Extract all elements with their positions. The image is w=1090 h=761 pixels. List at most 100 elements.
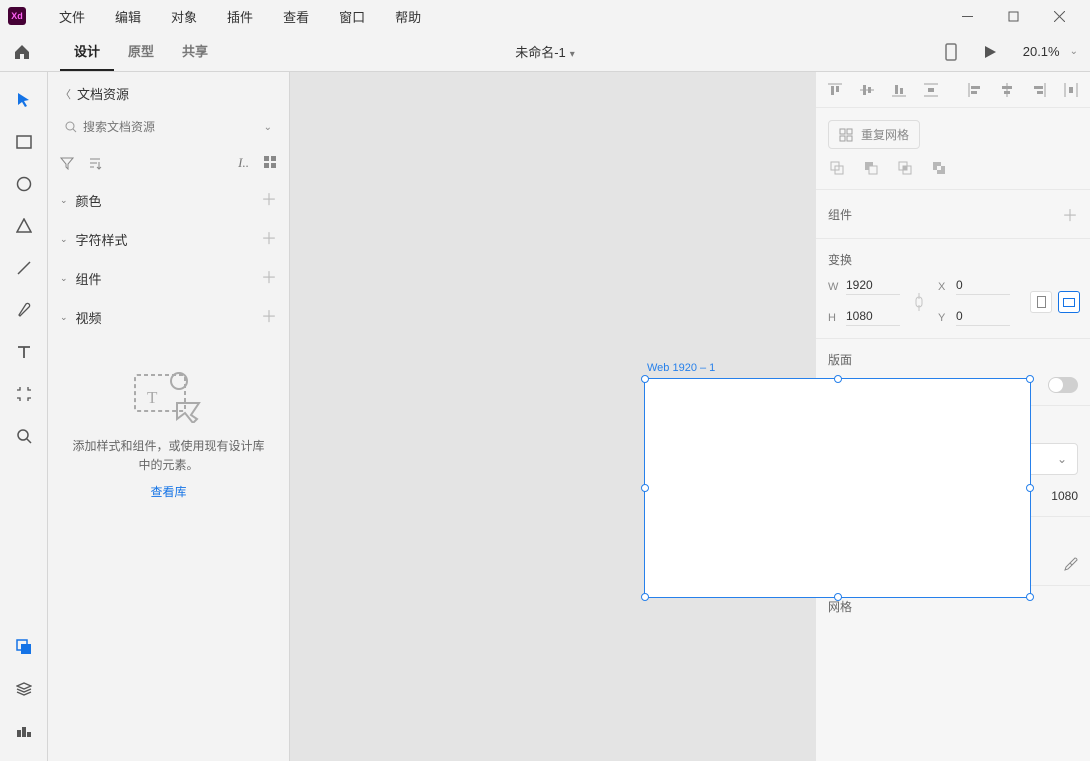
polygon-tool[interactable] [14,216,34,236]
menu-window[interactable]: 窗口 [324,7,380,26]
text-tool[interactable] [14,342,34,362]
zoom-dropdown[interactable]: 20.1% ⌄ [1023,44,1078,59]
resize-handle-n[interactable] [834,375,842,383]
assets-tab-icon[interactable] [14,637,34,657]
section-title-transform: 变换 [828,251,852,268]
accordion-component[interactable]: ⌄组件＋ [48,259,289,298]
grid-view-icon[interactable] [263,155,277,171]
distribute-h-icon[interactable] [1060,79,1082,101]
align-top-icon[interactable] [824,79,846,101]
orientation-portrait-icon[interactable] [1030,291,1052,313]
chevron-down-icon: ⌄ [264,122,272,133]
add-component-icon[interactable]: ＋ [1062,202,1078,226]
rectangle-tool[interactable] [14,132,34,152]
accordion-color[interactable]: ⌄颜色＋ [48,181,289,220]
y-label: Y [938,312,950,324]
orientation-landscape-icon[interactable] [1058,291,1080,313]
eyedropper-icon[interactable] [1064,557,1078,571]
section-title-grid: 网格 [828,598,852,615]
menu-edit[interactable]: 编辑 [100,7,156,26]
search-input[interactable] [77,120,264,134]
align-left-icon[interactable] [964,79,986,101]
window-minimize-button[interactable] [944,0,990,32]
filter-icon[interactable] [60,156,74,170]
y-input[interactable]: 0 [956,309,1010,326]
plugins-tab-icon[interactable] [14,721,34,741]
resize-handle-se[interactable] [1026,593,1034,601]
assets-empty-state: T 添加样式和组件，或使用现有设计库中的元素。 查看库 [48,367,289,500]
bool-subtract-icon[interactable] [862,159,880,177]
align-vcenter-icon[interactable] [856,79,878,101]
x-input[interactable]: 0 [956,278,1010,295]
resize-handle-nw[interactable] [641,375,649,383]
resize-handle-e[interactable] [1026,484,1034,492]
menu-help[interactable]: 帮助 [380,7,436,26]
document-title[interactable]: 未命名-1▾ [515,42,575,61]
section-title-layout: 版面 [828,351,852,368]
sort-icon[interactable] [88,156,102,170]
viewport-height-input[interactable]: 1080 [1051,489,1078,503]
width-input[interactable]: 1920 [846,278,900,295]
assets-panel: 〈文档资源 ⌄ I.. ⌄颜色＋ ⌄字符样式＋ ⌄组件＋ ⌄视频＋ T 添加样式… [48,72,290,761]
assets-panel-header[interactable]: 〈文档资源 [48,72,289,109]
resize-handle-ne[interactable] [1026,375,1034,383]
repeat-grid-icon [839,128,853,142]
resize-handle-w[interactable] [641,484,649,492]
tool-bar [0,72,48,761]
window-maximize-button[interactable] [990,0,1036,32]
list-view-icon[interactable]: I.. [238,155,249,171]
repeat-grid-button[interactable]: 重复网格 [828,120,920,149]
menu-file[interactable]: 文件 [44,7,100,26]
tab-prototype[interactable]: 原型 [114,32,168,71]
artboard[interactable] [644,378,1031,598]
add-icon[interactable]: ＋ [261,310,277,326]
accordion-label: 组件 [76,269,102,288]
play-icon[interactable] [983,45,997,59]
accordion-charstyle[interactable]: ⌄字符样式＋ [48,220,289,259]
tab-share[interactable]: 共享 [168,32,222,71]
bool-exclude-icon[interactable] [930,159,948,177]
accordion-label: 视频 [76,308,102,327]
width-label: W [828,281,840,293]
align-bottom-icon[interactable] [888,79,910,101]
line-tool[interactable] [14,258,34,278]
zoom-tool[interactable] [14,426,34,446]
select-tool[interactable] [14,90,34,110]
pen-tool[interactable] [14,300,34,320]
menu-view[interactable]: 查看 [268,7,324,26]
assets-title: 文档资源 [77,84,129,103]
device-preview-icon[interactable] [945,43,957,61]
distribute-v-icon[interactable] [920,79,942,101]
artboard-label[interactable]: Web 1920 – 1 [647,362,715,374]
add-icon[interactable]: ＋ [261,193,277,209]
align-right-icon[interactable] [1028,79,1050,101]
menu-plugins[interactable]: 插件 [212,7,268,26]
resize-handle-s[interactable] [834,593,842,601]
artboard-tool[interactable] [14,384,34,404]
search-box[interactable]: ⌄ [60,113,277,141]
layers-tab-icon[interactable] [14,679,34,699]
window-close-button[interactable] [1036,0,1082,32]
repeat-grid-label: 重复网格 [861,126,909,143]
browse-libraries-link[interactable]: 查看库 [150,483,186,500]
ellipse-tool[interactable] [14,174,34,194]
home-icon[interactable] [12,42,32,62]
add-icon[interactable]: ＋ [261,271,277,287]
accordion-video[interactable]: ⌄视频＋ [48,298,289,337]
lock-aspect-icon[interactable] [906,291,932,313]
menu-bar: Xd 文件 编辑 对象 插件 查看 窗口 帮助 [0,0,1090,32]
height-label: H [828,312,840,324]
align-hcenter-icon[interactable] [996,79,1018,101]
resize-handle-sw[interactable] [641,593,649,601]
menu-object[interactable]: 对象 [156,7,212,26]
height-input[interactable]: 1080 [846,309,900,326]
accordion-label: 颜色 [76,191,102,210]
add-icon[interactable]: ＋ [261,232,277,248]
tab-design[interactable]: 设计 [60,32,114,71]
bool-union-icon[interactable] [828,159,846,177]
responsive-resize-toggle[interactable] [1048,377,1078,393]
zoom-value: 20.1% [1023,44,1060,59]
bool-intersect-icon[interactable] [896,159,914,177]
canvas[interactable]: Web 1920 – 1 [290,72,815,761]
chevron-down-icon: ⌄ [1070,46,1078,57]
